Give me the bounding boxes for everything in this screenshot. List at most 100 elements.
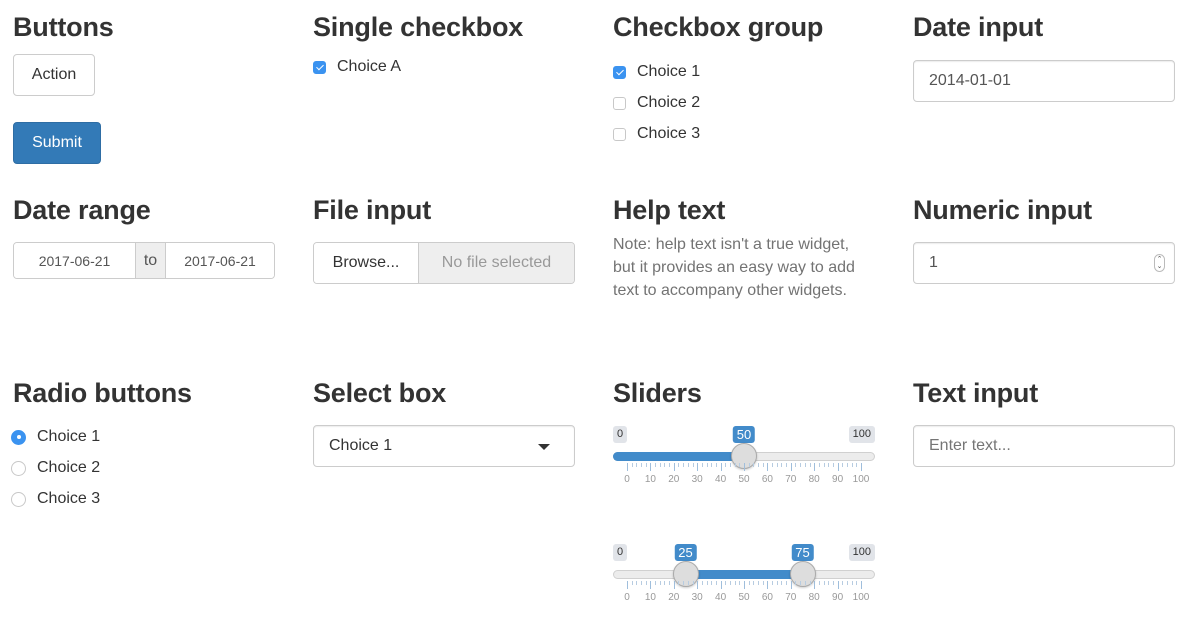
slider-minor-tick — [636, 463, 638, 467]
slider-fill-bar — [685, 570, 803, 579]
checkbox-label: Choice 2 — [637, 94, 701, 111]
single-checkbox-panel: Single checkbox Choice A — [313, 12, 575, 92]
slider-minor-tick — [711, 463, 713, 467]
slider-tick-label: 10 — [644, 592, 656, 603]
radio-unselected-icon[interactable] — [11, 460, 26, 476]
radio-item[interactable]: Choice 2 — [11, 459, 100, 477]
action-button[interactable]: Action — [13, 54, 95, 96]
slider-minor-tick — [748, 463, 750, 467]
date-input-panel: Date input 2014-01-01 — [913, 12, 1175, 112]
slider-minor-tick — [659, 581, 661, 585]
spinner-up-icon[interactable]: ⌃ — [1157, 256, 1163, 263]
slider-minor-tick — [655, 581, 657, 585]
slider-minor-tick — [828, 581, 830, 585]
slider-major-tick — [697, 463, 699, 471]
slider-tick-label: 90 — [832, 592, 844, 603]
slider-minor-tick — [804, 463, 806, 467]
slider-minor-tick — [655, 463, 657, 467]
buttons-panel: Buttons Action Submit — [13, 12, 275, 172]
slider-tick-label: 10 — [644, 474, 656, 485]
browse-button[interactable]: Browse... — [314, 243, 419, 283]
slider-tick-label: 90 — [832, 474, 844, 485]
slider-minor-tick — [823, 581, 825, 585]
radio-item[interactable]: Choice 1 — [11, 428, 100, 446]
slider-minor-tick — [729, 463, 731, 467]
radio-selected-icon[interactable] — [11, 429, 26, 445]
slider-tick-label: 40 — [715, 474, 727, 485]
caret-down-icon — [538, 444, 550, 450]
slider-minor-tick — [631, 463, 633, 467]
slider-minor-tick — [711, 581, 713, 585]
checkbox-unchecked-icon[interactable] — [613, 127, 626, 141]
slider-major-tick — [744, 463, 745, 471]
sliders-title: Sliders — [613, 378, 702, 408]
single-slider[interactable]: 0 100 50 0 10 20 30 40 50 60 70 80 90 100 — [613, 426, 875, 496]
spinner-down-icon[interactable]: ⌄ — [1157, 263, 1163, 270]
slider-minor-tick — [809, 581, 811, 585]
slider-minor-tick — [786, 463, 788, 467]
slider-min-label: 0 — [613, 426, 628, 443]
checkbox-checked-icon[interactable] — [313, 60, 326, 74]
radio-label: Choice 2 — [37, 459, 101, 476]
slider-minor-tick — [762, 581, 764, 585]
slider-minor-tick — [664, 581, 666, 585]
slider-tick-label: 70 — [785, 474, 797, 485]
range-slider[interactable]: 0 100 25 75 0 10 20 30 40 50 60 70 80 90 100 — [613, 544, 875, 614]
text-input-field[interactable] — [913, 425, 1175, 467]
radio-label: Choice 1 — [37, 428, 101, 445]
slider-minor-tick — [692, 463, 694, 467]
slider-tick-label: 80 — [808, 592, 820, 603]
checkbox-group-item[interactable]: Choice 2 — [613, 94, 700, 112]
slider-fill-bar — [613, 452, 744, 461]
spinner-icon[interactable]: ⌃ ⌄ — [1154, 254, 1165, 272]
slider-minor-tick — [725, 581, 727, 585]
slider-minor-tick — [781, 581, 783, 585]
checkbox-group-title: Checkbox group — [613, 12, 824, 42]
file-name-display: No file selected — [419, 243, 574, 283]
slider-minor-tick — [645, 581, 647, 585]
slider-minor-tick — [818, 581, 820, 585]
slider-to-handle[interactable] — [789, 561, 816, 587]
sliders-panel: Sliders — [613, 378, 875, 408]
single-checkbox-title: Single checkbox — [313, 12, 524, 42]
checkbox-group-item[interactable]: Choice 1 — [613, 63, 700, 81]
slider-tick-label: 20 — [668, 474, 680, 485]
slider-minor-tick — [706, 463, 708, 467]
slider-minor-tick — [753, 463, 755, 467]
slider-minor-tick — [669, 463, 671, 467]
slider-major-tick — [744, 581, 745, 589]
checkbox-group-item[interactable]: Choice 3 — [613, 125, 700, 143]
slider-minor-tick — [795, 581, 797, 585]
slider-major-tick — [627, 581, 628, 589]
date-range-end[interactable]: 2017-06-21 — [166, 243, 274, 278]
slider-major-tick — [814, 581, 816, 589]
date-range-start[interactable]: 2017-06-21 — [14, 243, 135, 278]
help-text-title: Help text — [613, 195, 726, 225]
slider-minor-tick — [832, 581, 834, 585]
slider-minor-tick — [739, 581, 741, 585]
slider-max-label: 100 — [848, 544, 875, 561]
submit-button[interactable]: Submit — [13, 122, 101, 164]
checkbox-checked-icon[interactable] — [613, 65, 626, 79]
slider-minor-tick — [734, 463, 736, 467]
single-checkbox[interactable]: Choice A — [313, 58, 401, 76]
numeric-input-field[interactable]: 1 ⌃ ⌄ — [913, 242, 1175, 284]
slider-minor-tick — [715, 581, 717, 585]
slider-minor-tick — [772, 463, 774, 467]
select-box[interactable]: Choice 1 — [313, 425, 575, 467]
slider-from-handle[interactable] — [672, 561, 699, 587]
slider-tick-label: 30 — [691, 592, 703, 603]
single-checkbox-label: Choice A — [337, 58, 402, 75]
date-input-field[interactable]: 2014-01-01 — [913, 60, 1175, 102]
checkbox-unchecked-icon[interactable] — [613, 96, 626, 110]
text-input-panel: Text input — [913, 378, 1175, 478]
slider-major-tick — [767, 581, 769, 589]
radio-item[interactable]: Choice 3 — [11, 490, 100, 508]
slider-minor-tick — [659, 463, 661, 467]
slider-tick-label: 100 — [852, 592, 870, 603]
slider-minor-tick — [786, 581, 788, 585]
radio-unselected-icon[interactable] — [11, 491, 26, 507]
slider-major-tick — [790, 463, 792, 471]
slider-max-label: 100 — [848, 426, 875, 443]
date-range-panel: Date range 2017-06-21 to 2017-06-21 — [13, 195, 275, 295]
